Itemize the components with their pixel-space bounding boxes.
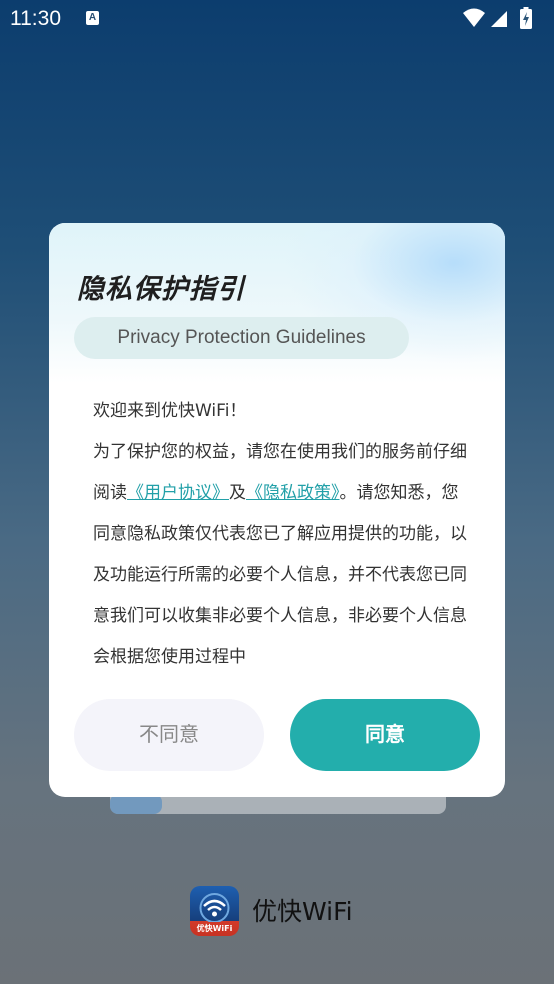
agree-button[interactable]: 同意	[290, 699, 480, 771]
greeting-text: 欢迎来到优快WiFi！	[93, 401, 247, 421]
disagree-button[interactable]: 不同意	[74, 699, 264, 771]
battery-charging-icon	[520, 7, 532, 29]
background-card-chip	[110, 794, 162, 814]
notification-a-icon: A	[86, 11, 99, 25]
dialog-subtitle: Privacy Protection Guidelines	[74, 317, 409, 359]
app-name: 优快WiFi	[252, 897, 353, 926]
policy-paragraph: 为了保护您的权益，请您在使用我们的服务前仔细阅读《用户协议》及《隐私政策》。请您…	[93, 432, 467, 676]
status-icons	[462, 7, 540, 29]
signal-icon	[491, 11, 507, 27]
dialog-title: 隐私保护指引	[77, 274, 245, 305]
wifi-icon	[463, 8, 485, 27]
connector-text: 及	[229, 483, 246, 503]
policy-details-text: 。请您知悉，您同意隐私政策仅代表您已了解应用提供的功能，以及功能运行所需的必要个…	[93, 483, 467, 667]
privacy-dialog: 隐私保护指引 Privacy Protection Guidelines 欢迎来…	[49, 223, 505, 797]
app-logo-icon: 优快WiFi	[190, 886, 239, 936]
user-agreement-link[interactable]: 《用户协议》	[127, 483, 229, 503]
privacy-policy-link[interactable]: 《隐私政策》	[246, 483, 340, 503]
status-time: 11:30	[10, 7, 61, 30]
status-bar: 11:30 A	[0, 0, 554, 36]
app-logo-label: 优快WiFi	[196, 924, 233, 933]
dialog-body-text[interactable]: 欢迎来到优快WiFi！ 为了保护您的权益，请您在使用我们的服务前仔细阅读《用户协…	[93, 391, 467, 676]
